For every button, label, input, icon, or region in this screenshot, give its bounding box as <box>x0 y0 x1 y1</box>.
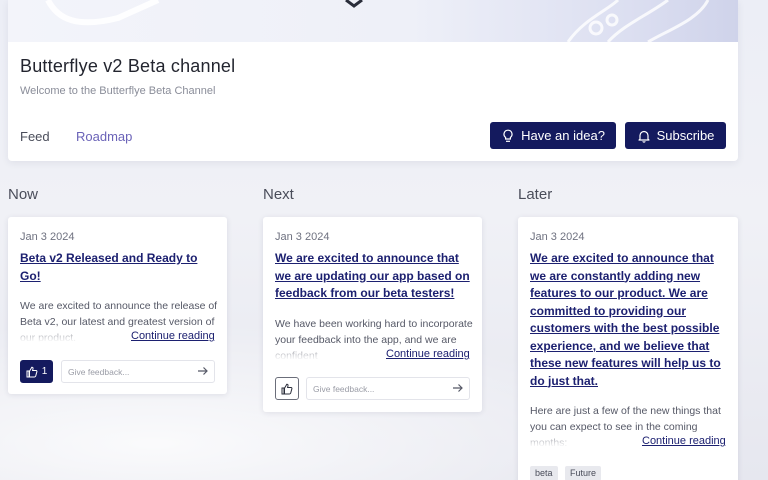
card-title-link[interactable]: Beta v2 Released and Ready to Go! <box>20 250 215 285</box>
have-an-idea-button[interactable]: Have an idea? <box>490 122 616 149</box>
continue-reading-link[interactable]: Continue reading <box>638 435 726 447</box>
page-title: Butterflye v2 Beta channel <box>20 56 236 76</box>
roadmap-card-now[interactable]: Jan 3 2024 Beta v2 Released and Ready to… <box>8 217 227 394</box>
thumbs-up-icon <box>26 366 38 377</box>
subscribe-button[interactable]: Subscribe <box>625 122 726 149</box>
have-an-idea-label: Have an idea? <box>521 128 605 143</box>
tab-feed[interactable]: Feed <box>20 129 50 144</box>
continue-reading-link[interactable]: Continue reading <box>127 330 215 342</box>
column-title-later: Later <box>518 186 553 203</box>
card-date: Jan 3 2024 <box>20 231 75 243</box>
channel-header: Butterflye v2 Beta channel Welcome to th… <box>8 0 738 161</box>
tab-roadmap[interactable]: Roadmap <box>76 129 132 144</box>
subscribe-label: Subscribe <box>656 128 715 143</box>
roadmap-card-later[interactable]: Jan 3 2024 We are excited to announce th… <box>518 217 738 480</box>
roadmap-card-next[interactable]: Jan 3 2024 We are excited to announce th… <box>263 217 482 412</box>
arrow-right-icon[interactable] <box>452 382 464 394</box>
bell-icon <box>637 130 650 143</box>
channel-banner <box>8 0 738 42</box>
card-title-link[interactable]: We are excited to announce that we are u… <box>275 250 475 303</box>
give-feedback-input[interactable]: Give feedback... <box>306 377 470 400</box>
like-button[interactable] <box>275 377 299 400</box>
column-title-now: Now <box>8 186 39 203</box>
like-count: 1 <box>41 366 48 377</box>
tag-badge: beta <box>530 466 558 480</box>
give-feedback-input[interactable]: Give feedback... <box>61 360 215 383</box>
thumbs-up-icon <box>281 383 293 394</box>
page-subtitle: Welcome to the Butterflye Beta Channel <box>20 85 216 97</box>
card-title-link[interactable]: We are excited to announce that we are c… <box>530 250 730 390</box>
arrow-right-icon[interactable] <box>197 365 209 377</box>
card-date: Jan 3 2024 <box>275 231 330 243</box>
continue-reading-link[interactable]: Continue reading <box>382 348 470 360</box>
lightbulb-icon <box>503 129 513 142</box>
tag-badge: Future <box>565 466 602 480</box>
banner-illustration <box>45 0 710 42</box>
like-button[interactable]: 1 <box>20 360 53 383</box>
card-date: Jan 3 2024 <box>530 231 585 243</box>
column-title-next: Next <box>263 186 294 203</box>
